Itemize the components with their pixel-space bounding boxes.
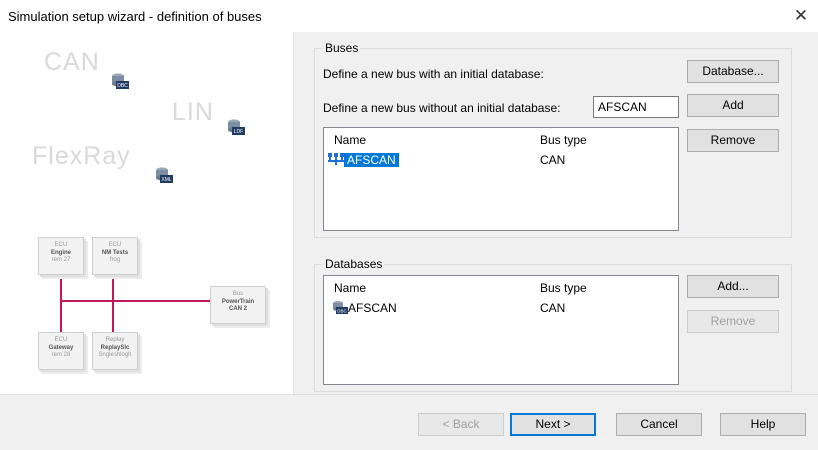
remove-database-button[interactable]: Remove (687, 310, 779, 333)
back-button[interactable]: < Back (418, 413, 504, 436)
table-row[interactable]: DBC AFSCAN (332, 300, 397, 316)
column-header-name[interactable]: Name (334, 281, 366, 295)
databases-group-title: Databases (323, 257, 385, 271)
bus-wire (60, 300, 212, 302)
ecu-engine: ECU Engine rem 27 (38, 237, 84, 275)
buses-group-title: Buses (323, 41, 361, 55)
lin-label: LIN (172, 98, 214, 126)
buses-group: Buses Define a new bus with an initial d… (314, 41, 792, 238)
cancel-button[interactable]: Cancel (616, 413, 702, 436)
title-bar: Simulation setup wizard - definition of … (0, 0, 818, 32)
close-icon: ✕ (793, 6, 809, 25)
databases-list[interactable]: Name Bus type DBC AFSCAN CAN (323, 275, 679, 385)
flexray-label: FlexRay (32, 142, 131, 170)
databases-group: Databases Add... Remove Name Bus type DB… (314, 257, 792, 392)
xml-database-icon: XML (156, 167, 173, 183)
remove-bus-button[interactable]: Remove (687, 129, 779, 152)
add-database-button[interactable]: Add... (687, 275, 779, 298)
database-name-cell[interactable]: AFSCAN (348, 301, 397, 315)
bus-illustration: CAN DBC LIN LDF FlexRay XML ECU Engine rem… (8, 32, 294, 394)
wizard-content: Buses Define a new bus with an initial d… (294, 32, 818, 394)
network-bus-icon (328, 153, 344, 165)
help-button[interactable]: Help (720, 413, 806, 436)
window-title: Simulation setup wizard - definition of … (8, 9, 262, 24)
replay-node: Replay ReplaySlc Sngleshlogh (92, 332, 138, 370)
close-button[interactable]: ✕ (784, 0, 818, 32)
ldf-database-icon: LDF (228, 119, 245, 135)
bus-name-cell[interactable]: AFSCAN (344, 153, 399, 167)
ecu-gateway: ECU Gateway rem 28 (38, 332, 84, 370)
table-row[interactable]: AFSCAN (328, 152, 399, 168)
database-button[interactable]: Database... (687, 60, 779, 83)
dbc-badge: DBC (337, 309, 347, 314)
buses-list[interactable]: Name Bus type AFSCAN CAN (323, 127, 679, 231)
column-header-name[interactable]: Name (334, 133, 366, 147)
bus-powertrain: Bus PowerTrain CAN 2 (210, 286, 266, 324)
add-bus-button[interactable]: Add (687, 94, 779, 117)
wizard-footer: < Back Next > Cancel Help (0, 394, 818, 450)
ecu-nm-tests: ECU NM Tests frog (92, 237, 138, 275)
next-button[interactable]: Next > (510, 413, 596, 436)
dbc-database-icon: DBC (112, 73, 129, 89)
column-header-bus-type[interactable]: Bus type (540, 133, 587, 147)
can-label: CAN (44, 48, 100, 76)
ldf-badge: LDF (234, 129, 243, 135)
xml-badge: XML (161, 177, 172, 183)
new-bus-name-input[interactable] (593, 96, 679, 118)
dbc-database-icon: DBC (333, 301, 348, 314)
without-database-label: Define a new bus without an initial data… (323, 101, 561, 115)
with-database-label: Define a new bus with an initial databas… (323, 67, 544, 81)
dbc-badge: DBC (117, 83, 128, 89)
bus-type-cell: CAN (540, 153, 566, 167)
database-bus-type-cell: CAN (540, 301, 566, 315)
column-header-bus-type[interactable]: Bus type (540, 281, 587, 295)
